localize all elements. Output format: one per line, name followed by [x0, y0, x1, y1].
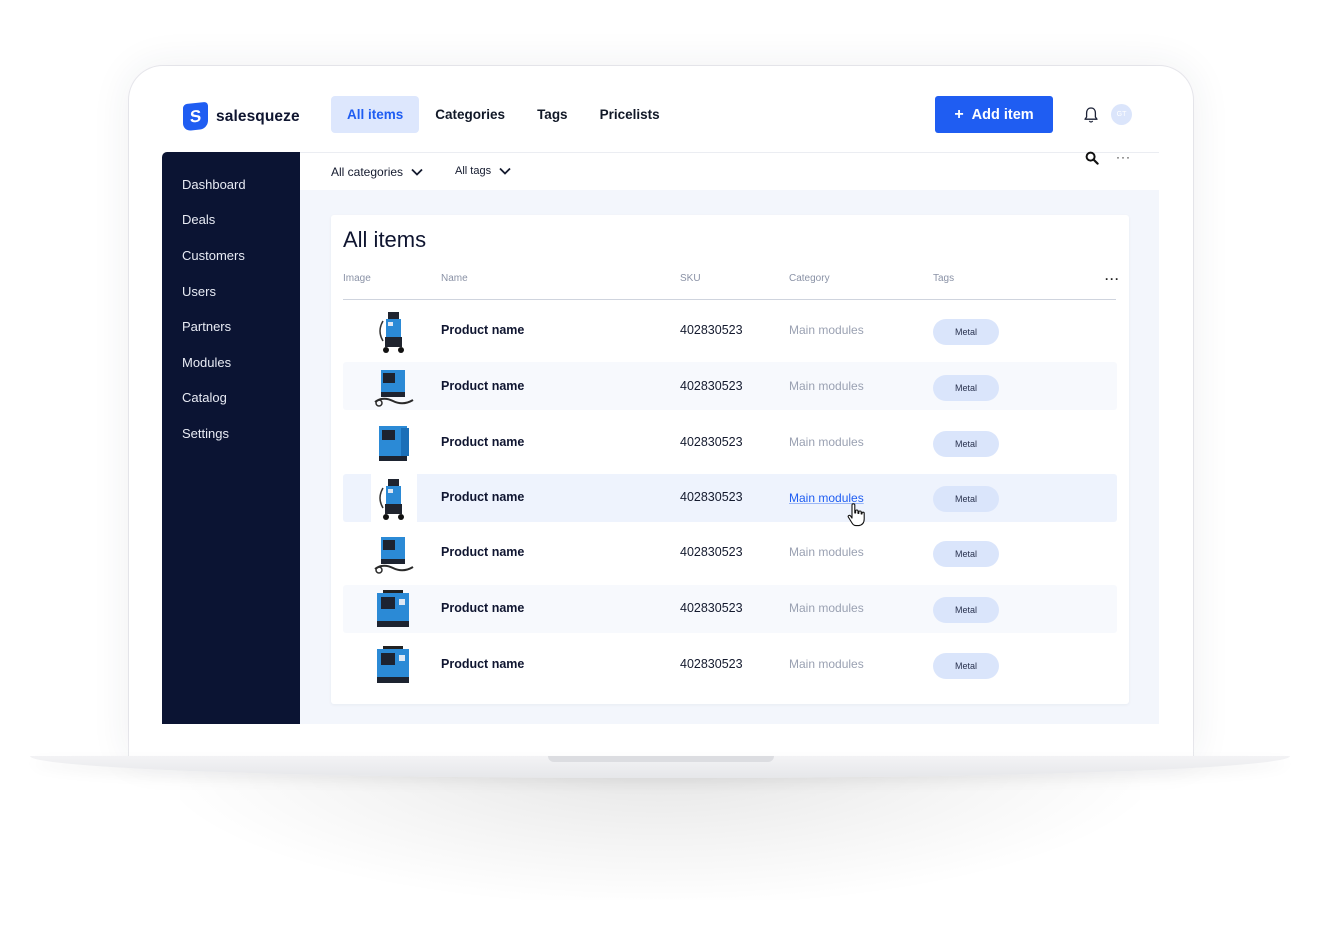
table-row[interactable]: Product name 402830523 Main modules Meta… [343, 307, 1117, 355]
sidebar-item-settings[interactable]: Settings [182, 426, 229, 441]
laptop-notch [548, 756, 774, 762]
tag-badge[interactable]: Metal [933, 486, 999, 512]
add-item-label: Add item [971, 106, 1034, 123]
sidebar-item-customers[interactable]: Customers [182, 248, 245, 263]
welder-box-icon [379, 426, 409, 461]
brand-name: salesqueze [216, 107, 300, 125]
sidebar-item-modules[interactable]: Modules [182, 355, 231, 370]
product-sku: 402830523 [680, 601, 743, 615]
table-header-divider [343, 299, 1116, 300]
tags-filter-label: All tags [455, 165, 492, 177]
table-row[interactable]: Product name 402830523 Main modules Meta… [343, 641, 1117, 689]
brand-logo[interactable]: S salesqueze [183, 101, 300, 132]
category-filter-dropdown[interactable]: All categories [331, 165, 423, 179]
product-sku: 402830523 [680, 545, 743, 559]
product-name: Product name [441, 601, 525, 615]
tags-filter-dropdown[interactable]: All tags [455, 165, 511, 177]
product-category[interactable]: Main modules [789, 545, 864, 559]
chevron-down-icon [411, 168, 423, 176]
add-item-button[interactable]: + Add item [935, 96, 1053, 133]
column-header-image: Image [343, 273, 371, 284]
table-row[interactable]: Product name 402830523 Main modules Meta… [343, 362, 1117, 410]
welder-tall-icon [379, 479, 404, 520]
welder-tall-icon [379, 312, 404, 353]
top-navigation: All items Categories Tags Pricelists [331, 96, 676, 133]
column-header-name[interactable]: Name [441, 273, 468, 284]
header-divider [300, 152, 1159, 153]
chevron-down-icon [499, 167, 511, 175]
product-category[interactable]: Main modules [789, 601, 864, 615]
tab-all-items[interactable]: All items [331, 96, 420, 133]
tab-tags[interactable]: Tags [521, 96, 584, 133]
plus-icon: + [954, 105, 964, 123]
tag-badge[interactable]: Metal [933, 541, 999, 567]
table-row[interactable]: Product name 402830523 Main modules Meta… [343, 474, 1117, 522]
logo-icon: S [183, 101, 208, 132]
column-header-sku[interactable]: SKU [680, 273, 701, 284]
product-sku: 402830523 [680, 657, 743, 671]
sidebar-item-deals[interactable]: Deals [182, 212, 215, 227]
product-name: Product name [441, 323, 525, 337]
column-header-tags[interactable]: Tags [933, 273, 954, 284]
tag-badge[interactable]: Metal [933, 431, 999, 457]
search-icon[interactable] [1085, 151, 1099, 165]
welder-portable-icon [374, 370, 414, 407]
avatar[interactable]: GT [1111, 104, 1132, 125]
more-options-icon[interactable]: ··· [1116, 150, 1131, 164]
page-title: All items [343, 227, 427, 252]
sidebar-item-dashboard[interactable]: Dashboard [182, 177, 246, 192]
category-filter-label: All categories [331, 165, 404, 179]
sidebar-item-catalog[interactable]: Catalog [182, 390, 227, 405]
welder-cabinet-icon [377, 646, 409, 683]
product-name: Product name [441, 657, 525, 671]
product-sku: 402830523 [680, 490, 743, 504]
product-category[interactable]: Main modules [789, 323, 864, 337]
laptop-shadow [180, 760, 1140, 900]
product-name: Product name [441, 435, 525, 449]
table-row[interactable]: Product name 402830523 Main modules Meta… [343, 418, 1117, 466]
welder-portable-icon [374, 537, 414, 574]
welder-cabinet-icon [377, 590, 409, 627]
tag-badge[interactable]: Metal [933, 653, 999, 679]
tab-categories[interactable]: Categories [419, 96, 521, 133]
tag-badge[interactable]: Metal [933, 597, 999, 623]
column-header-category[interactable]: Category [789, 273, 830, 284]
product-sku: 402830523 [680, 435, 743, 449]
product-name: Product name [441, 490, 525, 504]
column-options-icon[interactable]: ··· [1105, 272, 1120, 286]
sidebar-item-partners[interactable]: Partners [182, 319, 231, 334]
bell-icon[interactable] [1083, 106, 1099, 124]
tag-badge[interactable]: Metal [933, 375, 999, 401]
sidebar: Dashboard Deals Customers Users Partners… [162, 152, 300, 724]
product-category[interactable]: Main modules [789, 657, 864, 671]
tab-pricelists[interactable]: Pricelists [584, 96, 676, 133]
product-name: Product name [441, 545, 525, 559]
tag-badge[interactable]: Metal [933, 319, 999, 345]
table-row[interactable]: Product name 402830523 Main modules Meta… [343, 585, 1117, 633]
sidebar-item-users[interactable]: Users [182, 284, 216, 299]
product-category[interactable]: Main modules [789, 435, 864, 449]
product-category[interactable]: Main modules [789, 379, 864, 393]
hand-cursor-icon [847, 503, 865, 527]
product-sku: 402830523 [680, 323, 743, 337]
table-row[interactable]: Product name 402830523 Main modules Meta… [343, 529, 1117, 577]
product-sku: 402830523 [680, 379, 743, 393]
product-name: Product name [441, 379, 525, 393]
